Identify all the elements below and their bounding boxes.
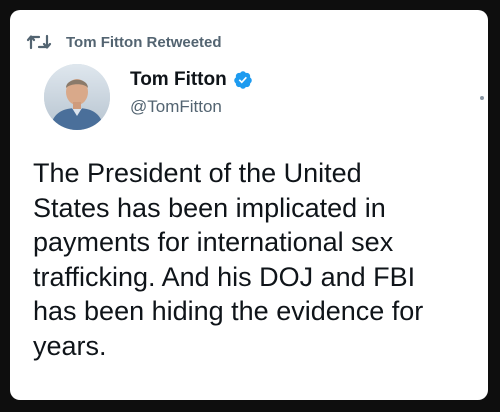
verified-badge-icon <box>233 70 253 90</box>
retweet-header: Tom Fitton Retweeted <box>26 32 222 52</box>
retweet-text[interactable]: Tom Fitton Retweeted <box>66 34 222 51</box>
tweet-line: States has been implicated in <box>33 192 386 223</box>
tweet-line: trafficking. And his DOJ and FBI <box>33 261 416 292</box>
tweet-text: The President of the United States has b… <box>33 156 488 363</box>
tweet-line: payments for international sex <box>33 227 394 257</box>
tweet-line: The President of the United <box>33 158 362 188</box>
author-info: Tom Fitton @TomFitton <box>130 67 253 117</box>
author-handle[interactable]: @TomFitton <box>130 97 253 117</box>
avatar[interactable] <box>44 64 110 130</box>
more-options-icon[interactable] <box>480 96 484 100</box>
retweet-icon <box>26 33 52 51</box>
tweet-line: has been hiding the evidence for <box>33 296 424 326</box>
avatar-photo <box>44 64 110 130</box>
display-name[interactable]: Tom Fitton <box>130 69 227 91</box>
tweet-card[interactable]: Tom Fitton Retweeted Tom Fitton @TomFitt… <box>10 10 488 400</box>
tweet-line: years. <box>33 330 107 361</box>
